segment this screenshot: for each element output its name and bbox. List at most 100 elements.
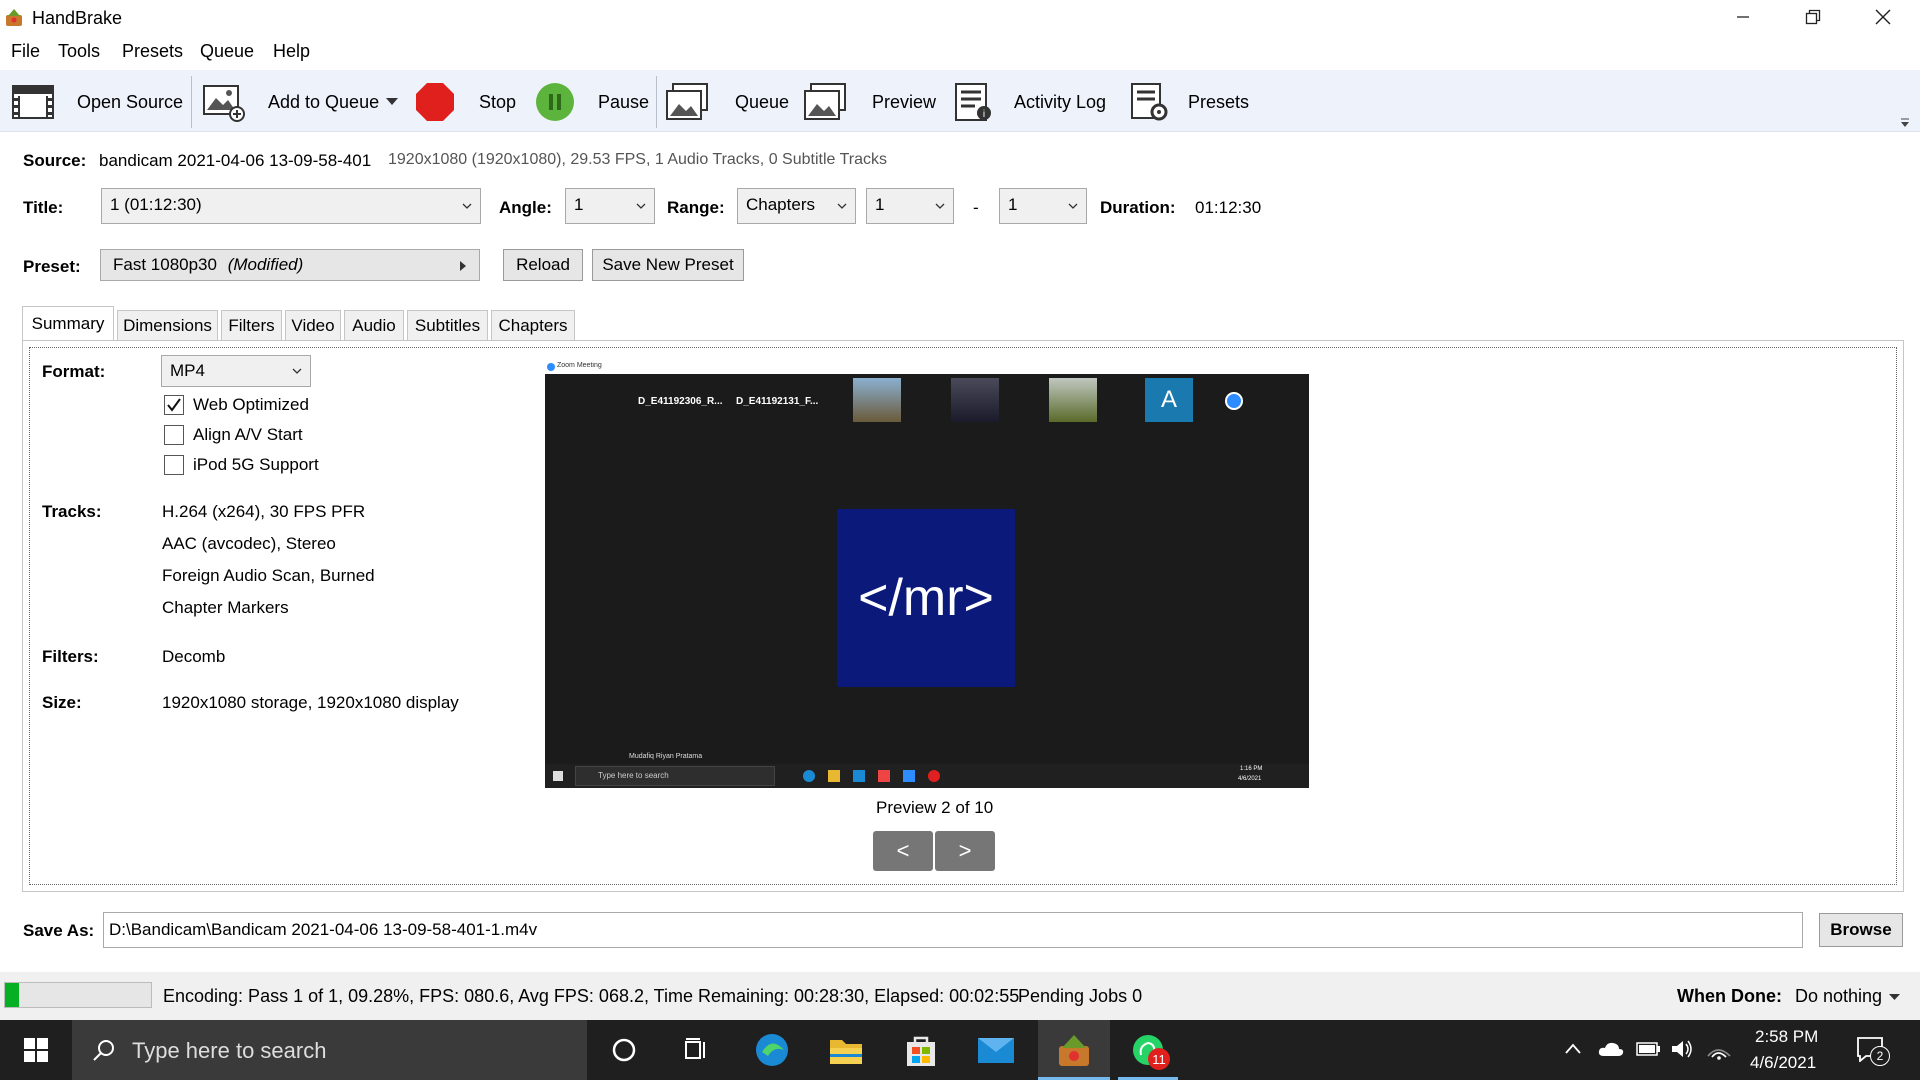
ipod-5g-support-checkbox[interactable] — [164, 455, 184, 475]
track-item: Chapter Markers — [162, 598, 289, 617]
handbrake-logo-icon — [1059, 1035, 1089, 1066]
restore-button[interactable] — [1778, 0, 1848, 34]
tab-video[interactable]: Video — [285, 310, 341, 340]
task-view-button[interactable] — [676, 1030, 716, 1070]
chevron-down-icon — [636, 203, 646, 209]
align-av-start-label[interactable]: Align A/V Start — [193, 425, 303, 445]
participant-name: D_E41192306_R... — [638, 396, 723, 407]
tab-subtitles[interactable]: Subtitles — [407, 310, 488, 340]
preset-name: Fast 1080p30 — [113, 255, 217, 274]
preset-selector[interactable]: Fast 1080p30 (Modified) — [100, 249, 480, 281]
store-taskbar-button[interactable] — [901, 1030, 941, 1070]
handbrake-taskbar-button[interactable] — [1038, 1020, 1110, 1080]
dropdown-arrow-icon — [1889, 994, 1900, 1000]
range-start-value: 1 — [875, 195, 885, 214]
save-as-path-input[interactable]: D:\Bandicam\Bandicam 2021-04-06 13-09-58… — [103, 912, 1803, 948]
menu-presets[interactable]: Presets — [122, 41, 183, 62]
activity-log-button[interactable]: i Activity Log — [948, 70, 1108, 132]
pause-label: Pause — [598, 92, 650, 112]
action-center-button[interactable]: 2 — [1850, 1032, 1890, 1068]
stop-button[interactable]: Stop — [410, 70, 520, 132]
toolbar-separator — [656, 76, 657, 128]
ipod-5g-support-label[interactable]: iPod 5G Support — [193, 455, 319, 475]
format-select[interactable]: MP4 — [161, 355, 311, 387]
when-done-value: Do nothing — [1795, 986, 1883, 1006]
range-end-select[interactable]: 1 — [999, 188, 1087, 224]
queue-label: Queue — [735, 92, 790, 112]
volume-icon[interactable] — [1670, 1038, 1694, 1060]
web-optimized-label[interactable]: Web Optimized — [193, 395, 309, 415]
checkmark-icon — [167, 398, 181, 412]
tab-filters[interactable]: Filters — [221, 310, 282, 340]
queue-button[interactable]: Queue — [662, 70, 792, 132]
web-optimized-checkbox[interactable] — [164, 395, 184, 415]
preview-button[interactable]: Preview — [800, 70, 940, 132]
pause-icon — [536, 83, 574, 121]
angle-select-value: 1 — [574, 195, 584, 214]
title-label: Title: — [23, 198, 64, 217]
tracks-label: Tracks: — [42, 502, 102, 521]
cortana-button[interactable] — [604, 1030, 644, 1070]
pause-button[interactable]: Pause — [530, 70, 650, 132]
store-bag-icon — [907, 1036, 935, 1066]
file-explorer-taskbar-button[interactable] — [826, 1030, 866, 1070]
title-select[interactable]: 1 (01:12:30) — [101, 188, 481, 224]
minimize-button[interactable] — [1708, 0, 1778, 34]
menu-help[interactable]: Help — [273, 41, 310, 62]
size-label: Size: — [42, 693, 82, 712]
activity-log-label: Activity Log — [1014, 92, 1107, 112]
format-select-value: MP4 — [170, 361, 205, 380]
folder-icon — [830, 1040, 862, 1064]
menu-tools[interactable]: Tools — [58, 41, 100, 62]
menu-file[interactable]: File — [11, 41, 40, 62]
speaker-logo: </mr> — [837, 509, 1015, 687]
presets-button[interactable]: Presets — [1124, 70, 1254, 132]
tab-summary[interactable]: Summary — [22, 306, 114, 341]
battery-icon[interactable] — [1636, 1040, 1662, 1058]
taskbar-search-box[interactable]: Type here to search — [72, 1020, 587, 1080]
status-bar: Encoding: Pass 1 of 1, 09.28%, FPS: 080.… — [0, 972, 1920, 1020]
wifi-icon[interactable] — [1706, 1038, 1732, 1060]
edge-taskbar-button[interactable] — [752, 1030, 792, 1070]
mail-icon — [978, 1038, 1014, 1063]
browse-button[interactable]: Browse — [1819, 913, 1903, 947]
zoom-icon — [903, 770, 915, 782]
presets-label: Presets — [1188, 92, 1250, 112]
preview-prev-button[interactable]: < — [873, 831, 933, 871]
close-icon — [1875, 9, 1891, 25]
preview-caption: Preview 2 of 10 — [876, 798, 994, 817]
open-source-button[interactable]: Open Source — [6, 70, 186, 132]
save-new-preset-button[interactable]: Save New Preset — [592, 249, 744, 281]
range-type-select[interactable]: Chapters — [737, 188, 856, 224]
when-done-dropdown[interactable]: Do nothing — [1795, 984, 1913, 1010]
next-page-icon — [1225, 392, 1243, 410]
close-button[interactable] — [1848, 0, 1918, 34]
onedrive-cloud-icon[interactable] — [1598, 1040, 1624, 1058]
add-to-queue-button[interactable]: Add to Queue — [198, 70, 402, 132]
store-icon — [853, 770, 865, 782]
mail-taskbar-button[interactable] — [976, 1030, 1016, 1070]
edge-icon — [803, 770, 815, 782]
taskbar-clock-date[interactable]: 4/6/2021 — [1750, 1053, 1816, 1073]
range-start-select[interactable]: 1 — [866, 188, 954, 224]
tab-chapters[interactable]: Chapters — [491, 310, 575, 340]
whatsapp-taskbar-button[interactable]: 11 — [1128, 1030, 1170, 1070]
filters-value: Decomb — [162, 647, 226, 666]
preview-image: Zoom Meeting D_E41192306_R... D_E4119213… — [545, 362, 1309, 788]
start-button[interactable] — [16, 1030, 56, 1070]
title-select-value: 1 (01:12:30) — [110, 195, 202, 214]
tab-dimensions[interactable]: Dimensions — [117, 310, 218, 340]
reload-button[interactable]: Reload — [503, 249, 583, 281]
chevron-up-icon[interactable] — [1564, 1042, 1582, 1056]
align-av-start-checkbox[interactable] — [164, 425, 184, 445]
dropdown-arrow-icon[interactable] — [386, 98, 398, 106]
preview-next-button[interactable]: > — [935, 831, 995, 871]
save-as-label: Save As: — [23, 921, 95, 940]
windows-logo-icon — [553, 771, 563, 781]
tab-audio[interactable]: Audio — [344, 310, 404, 340]
taskbar-clock-time[interactable]: 2:58 PM — [1755, 1027, 1818, 1047]
toolbar-overflow-icon[interactable] — [1900, 118, 1910, 128]
menu-queue[interactable]: Queue — [200, 41, 254, 62]
angle-select[interactable]: 1 — [565, 188, 655, 224]
participant-name: D_E41192131_F... — [736, 396, 819, 407]
